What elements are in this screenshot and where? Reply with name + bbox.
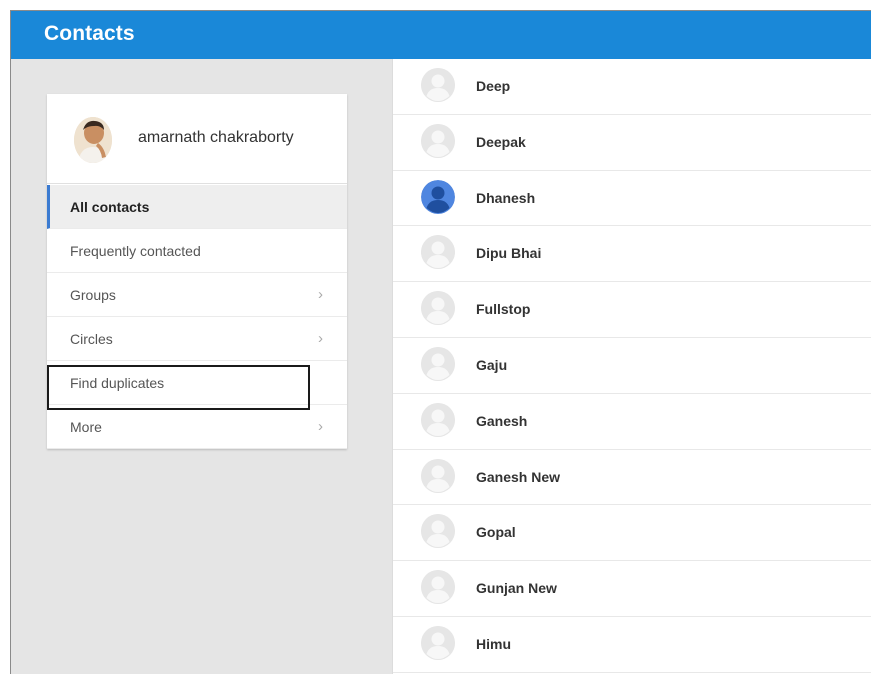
default-person-icon <box>421 402 455 437</box>
contact-name: Fullstop <box>476 301 531 318</box>
contact-name: Deep <box>476 78 511 94</box>
top-bar: Contacts <box>11 11 871 59</box>
nav-item-label: Find duplicates <box>70 375 165 391</box>
nav-item-groups[interactable]: Groups › <box>47 273 347 317</box>
default-person-icon <box>421 625 455 660</box>
contact-list: Deep Deepak Dhanesh Dipu Bhai Fullstop Gaju Ga… <box>392 59 871 674</box>
nav-item-label: Groups <box>70 287 116 303</box>
app-title: Contacts <box>44 22 135 45</box>
default-person-icon <box>421 68 455 102</box>
chevron-right-icon: › <box>318 418 323 435</box>
default-person-icon <box>421 346 455 381</box>
contact-row[interactable]: Fullstop <box>393 282 871 338</box>
contact-name: Gaju <box>476 356 508 373</box>
sidebar-nav: All contacts Frequently contacted Groups… <box>47 185 347 449</box>
nav-item-label: Circles <box>70 331 113 347</box>
app-frame: Contacts amarnath chakraborty All contac… <box>10 10 871 674</box>
profile-name: amarnath chakraborty <box>138 129 294 146</box>
profile-header[interactable]: amarnath chakraborty <box>47 94 347 184</box>
contact-row[interactable]: Deep <box>393 59 871 115</box>
contact-name: Ganesh New <box>476 468 561 485</box>
contact-row[interactable]: Gunjan New <box>393 561 871 617</box>
nav-item-label: More <box>70 419 102 435</box>
sidebar: amarnath chakraborty All contacts Freque… <box>11 59 392 674</box>
contact-name: Ganesh <box>476 412 528 429</box>
blue-person-icon <box>421 179 455 214</box>
nav-item-all-contacts[interactable]: All contacts <box>47 185 347 229</box>
default-person-icon <box>421 123 455 158</box>
contact-row[interactable]: Dipu Bhai <box>393 226 871 283</box>
nav-item-label: Frequently contacted <box>70 243 201 259</box>
default-person-icon <box>421 291 455 326</box>
contact-name: Gopal <box>476 524 516 541</box>
nav-item-find-duplicates[interactable]: Find duplicates <box>47 361 347 405</box>
contact-name: Gunjan New <box>476 580 557 597</box>
contact-row[interactable]: Dhanesh <box>393 171 871 227</box>
nav-item-circles[interactable]: Circles › <box>47 317 347 361</box>
nav-item-more[interactable]: More › <box>47 405 347 449</box>
contact-row[interactable]: Ganesh New <box>393 450 871 506</box>
contact-row[interactable]: Deepak <box>393 115 871 171</box>
avatar[interactable] <box>74 117 112 163</box>
contact-row[interactable]: Gaju <box>393 338 871 394</box>
contact-name: Dhanesh <box>476 189 536 206</box>
default-person-icon <box>421 235 455 270</box>
chevron-right-icon: › <box>318 286 323 303</box>
contact-name: Himu <box>476 635 511 652</box>
default-person-icon <box>421 570 455 605</box>
profile-photo-icon <box>74 117 112 163</box>
nav-item-label: All contacts <box>70 199 150 215</box>
contact-row[interactable]: Ganesh <box>393 394 871 450</box>
contact-name: Dipu Bhai <box>476 245 542 262</box>
contact-row[interactable]: Himu <box>393 617 871 673</box>
contact-name: Deepak <box>476 133 526 150</box>
default-person-icon <box>421 514 455 549</box>
chevron-right-icon: › <box>318 330 323 347</box>
sidebar-card: amarnath chakraborty All contacts Freque… <box>47 94 347 449</box>
default-person-icon <box>421 458 455 493</box>
nav-item-frequently-contacted[interactable]: Frequently contacted <box>47 229 347 273</box>
contact-row[interactable]: Gopal <box>393 505 871 562</box>
